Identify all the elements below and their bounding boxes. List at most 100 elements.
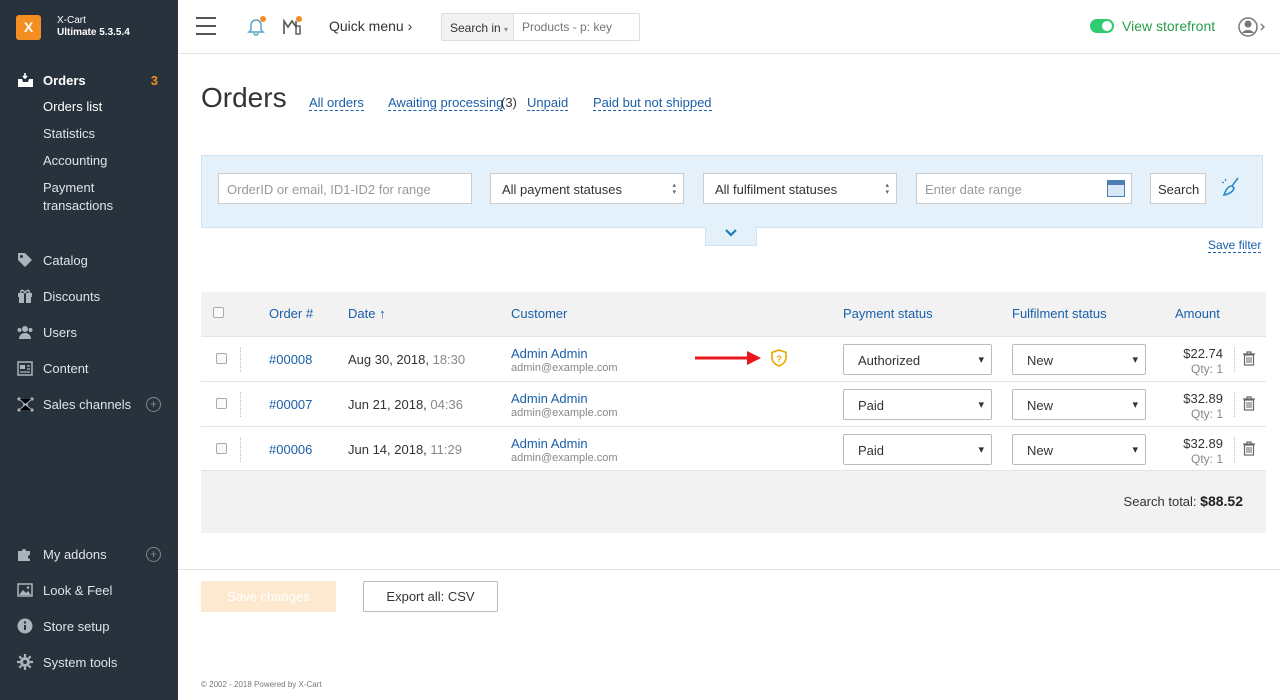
order-number-link[interactable]: #00006 — [269, 442, 312, 457]
delete-trash-icon[interactable] — [1243, 351, 1255, 366]
orders-icon — [16, 71, 34, 89]
link-all-orders[interactable]: All orders — [309, 95, 364, 111]
sidebar-item-content[interactable]: Content — [0, 356, 178, 380]
sidebar-item-label: My addons — [43, 546, 107, 562]
quick-menu[interactable]: Quick menu › — [329, 18, 412, 34]
main-content: Orders All orders Awaiting processing (3… — [178, 55, 1280, 700]
orders-table: Order # Date ↑ Customer Payment status F… — [201, 292, 1266, 533]
user-avatar-icon[interactable] — [1238, 16, 1268, 38]
customer-name-link[interactable]: Admin Admin — [511, 346, 588, 361]
order-amount: $32.89 — [1183, 391, 1223, 406]
row-checkbox[interactable] — [216, 398, 227, 409]
column-customer[interactable]: Customer — [511, 306, 567, 321]
table-header: Order # Date ↑ Customer Payment status F… — [201, 292, 1266, 336]
divider — [178, 569, 1280, 570]
fulfilment-status-filter[interactable]: All fulfilment statuses — [703, 173, 897, 204]
search-total: Search total: $88.52 — [1123, 493, 1243, 509]
add-sales-channel-icon[interactable]: + — [146, 396, 161, 412]
sidebar-item-look-feel[interactable]: Look & Feel — [0, 578, 178, 602]
notifications-bell-icon[interactable] — [246, 16, 266, 36]
clear-filter-broom-icon[interactable] — [1220, 176, 1242, 201]
fulfilment-status-select[interactable]: New — [1012, 344, 1146, 375]
order-search-input[interactable]: OrderID or email, ID1-ID2 for range — [218, 173, 472, 204]
fraud-risk-shield-icon[interactable]: ? — [770, 349, 788, 370]
link-unpaid[interactable]: Unpaid — [527, 95, 569, 111]
payment-status-select[interactable]: Paid — [843, 434, 992, 465]
customer-email: admin@example.com — [511, 452, 618, 464]
customer-name-link[interactable]: Admin Admin — [511, 391, 588, 406]
expand-filter-toggle[interactable] — [705, 227, 757, 246]
order-date: Aug 30, 2018, 18:30 — [348, 352, 466, 367]
sidebar-item-label: Users — [43, 324, 77, 340]
add-addon-icon[interactable]: + — [146, 546, 161, 562]
marketplace-icon[interactable] — [282, 16, 302, 36]
svg-text:?: ? — [776, 354, 782, 364]
filter-panel: OrderID or email, ID1-ID2 for range All … — [201, 155, 1263, 228]
header-search: Search in ▾ — [441, 13, 640, 41]
date-range-input[interactable]: Enter date range — [916, 173, 1132, 204]
table-row: #00006 Jun 14, 2018, 11:29 Admin Admin a… — [201, 426, 1266, 471]
sidebar-item-sales-channels[interactable]: Sales channels + — [0, 392, 178, 416]
topbar: Quick menu › Search in ▾ View storefront — [178, 0, 1280, 54]
payment-status-select[interactable]: Paid — [843, 389, 992, 420]
sidebar-subitem-statistics[interactable]: Statistics — [43, 125, 95, 143]
order-number-link[interactable]: #00007 — [269, 397, 312, 412]
column-amount[interactable]: Amount — [1175, 306, 1220, 321]
column-fulfilment-status[interactable]: Fulfilment status — [1012, 306, 1107, 321]
calendar-icon[interactable] — [1107, 180, 1125, 197]
footer-copyright: © 2002 - 2018 Powered by X-Cart — [201, 680, 322, 689]
order-qty: Qty: 1 — [1190, 452, 1223, 466]
tag-icon — [16, 251, 34, 269]
sidebar-subitem-orders-list[interactable]: Orders list — [43, 98, 102, 116]
table-row: #00007 Jun 21, 2018, 04:36 Admin Admin a… — [201, 381, 1266, 426]
search-button[interactable]: Search — [1150, 173, 1206, 204]
row-checkbox[interactable] — [216, 353, 227, 364]
export-csv-button[interactable]: Export all: CSV — [363, 581, 498, 612]
storefront-toggle-icon[interactable] — [1090, 19, 1114, 33]
gift-icon — [16, 287, 34, 305]
payment-status-select[interactable]: Authorized — [843, 344, 992, 375]
orders-count-badge: 3 — [150, 72, 158, 88]
column-date[interactable]: Date ↑ — [348, 306, 386, 321]
gear-icon — [16, 653, 34, 671]
column-payment-status[interactable]: Payment status — [843, 306, 933, 321]
delete-trash-icon[interactable] — [1243, 396, 1255, 411]
sidebar-item-catalog[interactable]: Catalog — [0, 248, 178, 272]
sidebar: X X-Cart Ultimate 5.3.5.4 Orders 3 Order… — [0, 0, 178, 700]
order-date: Jun 14, 2018, 11:29 — [348, 442, 462, 457]
sidebar-item-orders[interactable]: Orders 3 — [0, 68, 178, 92]
fulfilment-status-select[interactable]: New — [1012, 434, 1146, 465]
row-checkbox[interactable] — [216, 443, 227, 454]
order-date: Jun 21, 2018, 04:36 — [348, 397, 463, 412]
link-paid-not-shipped[interactable]: Paid but not shipped — [593, 95, 712, 111]
save-filter-link[interactable]: Save filter — [1208, 238, 1262, 253]
users-icon — [16, 323, 34, 341]
view-storefront-link[interactable]: View storefront — [1090, 18, 1215, 34]
search-in-select[interactable]: Search in ▾ — [442, 14, 514, 40]
menu-toggle-icon[interactable] — [196, 17, 216, 35]
header-search-input[interactable] — [514, 14, 639, 40]
sidebar-item-users[interactable]: Users — [0, 320, 178, 344]
chevron-down-icon — [725, 229, 737, 237]
payment-status-filter[interactable]: All payment statuses — [490, 173, 684, 204]
order-number-link[interactable]: #00008 — [269, 352, 312, 367]
sidebar-subitem-accounting[interactable]: Accounting — [43, 152, 107, 170]
sidebar-item-store-setup[interactable]: Store setup — [0, 614, 178, 638]
column-order[interactable]: Order # — [269, 306, 313, 321]
order-amount: $22.74 — [1183, 346, 1223, 361]
image-icon — [16, 581, 34, 599]
delete-trash-icon[interactable] — [1243, 441, 1255, 456]
fulfilment-status-select[interactable]: New — [1012, 389, 1146, 420]
sidebar-item-discounts[interactable]: Discounts — [0, 284, 178, 308]
save-changes-button[interactable]: Save changes — [201, 581, 336, 612]
sidebar-item-label: Content — [43, 360, 89, 376]
customer-name-link[interactable]: Admin Admin — [511, 436, 588, 451]
select-all-checkbox[interactable] — [213, 307, 224, 318]
sidebar-item-my-addons[interactable]: My addons + — [0, 542, 178, 566]
order-qty: Qty: 1 — [1190, 407, 1223, 421]
brand[interactable]: X X-Cart Ultimate 5.3.5.4 — [0, 0, 178, 54]
sidebar-item-system-tools[interactable]: System tools — [0, 650, 178, 674]
link-awaiting-processing[interactable]: Awaiting processing — [388, 95, 504, 111]
sidebar-item-label: Orders — [43, 72, 86, 88]
sidebar-subitem-payment-transactions[interactable]: Payment transactions — [43, 179, 143, 215]
